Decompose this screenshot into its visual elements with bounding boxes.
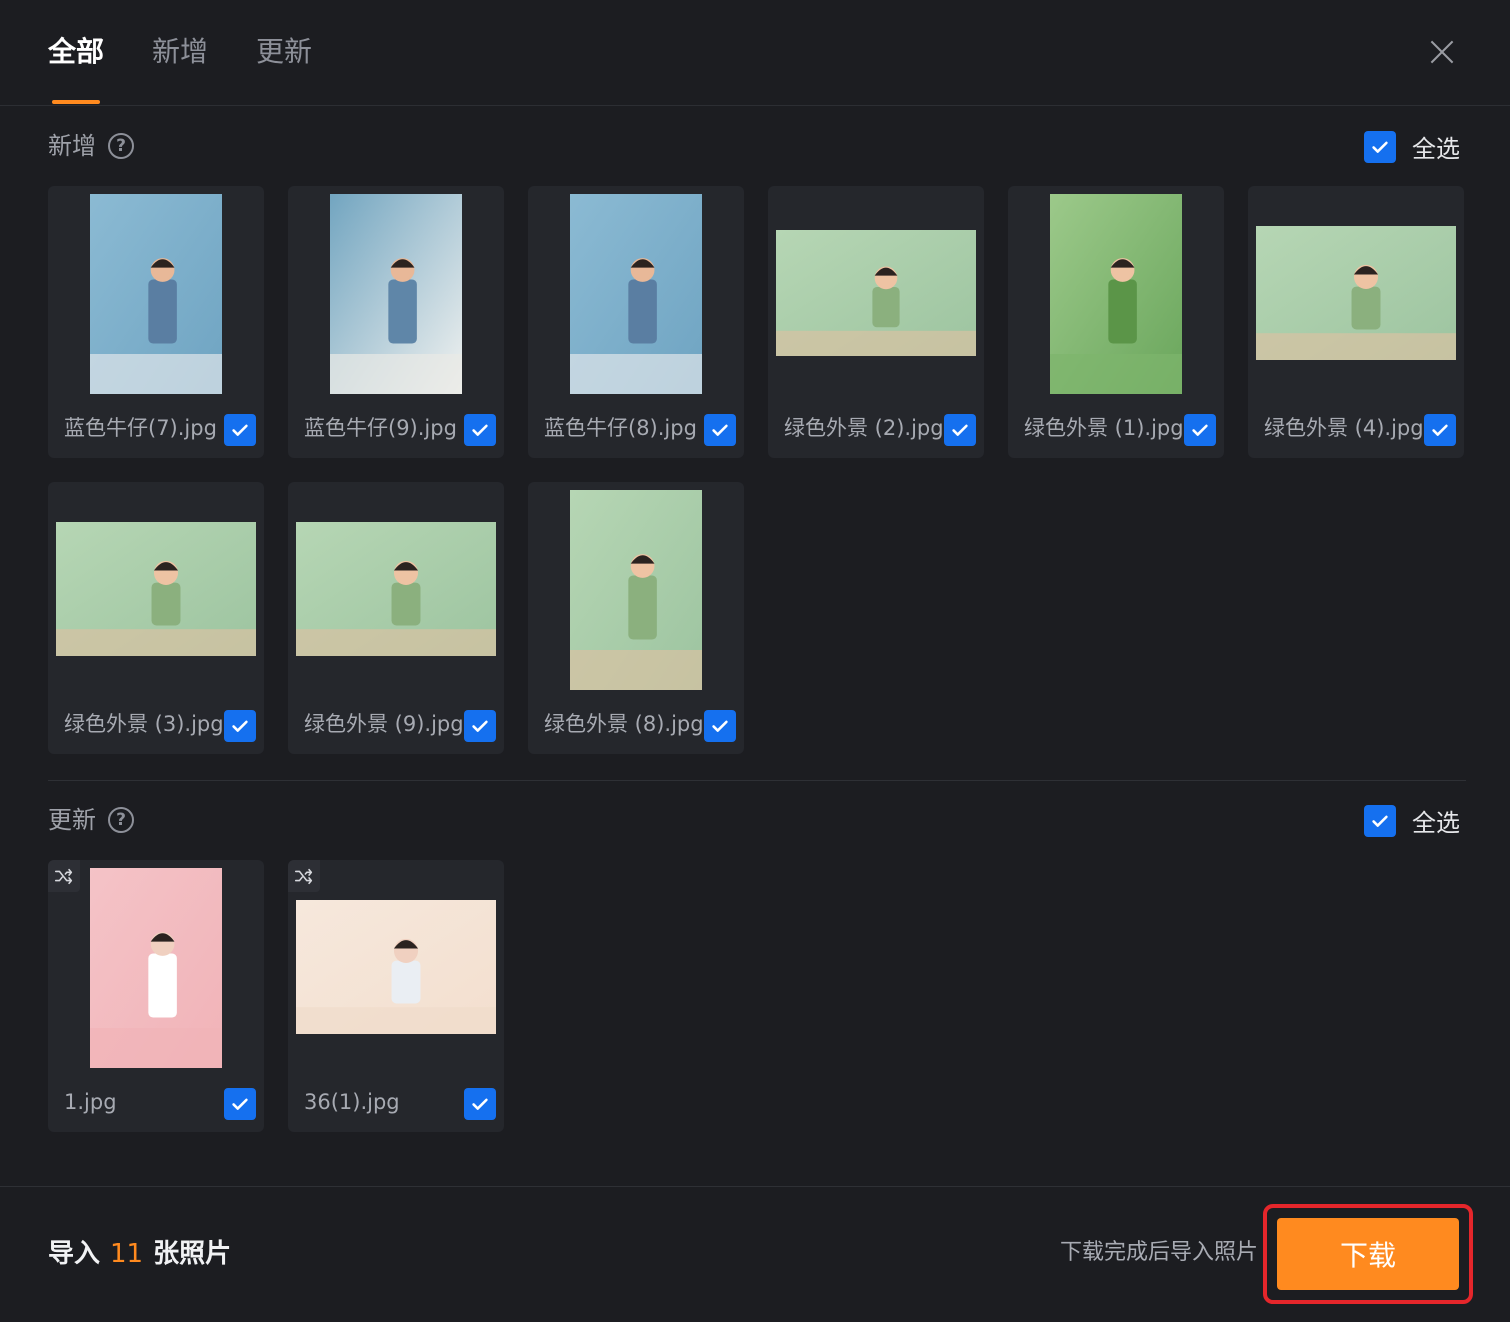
check-icon	[1432, 424, 1448, 436]
photo-checkbox[interactable]	[1184, 414, 1216, 446]
import-suffix: 张照片	[153, 1239, 232, 1269]
check-icon	[472, 1098, 488, 1110]
tab-bar: 全部 新增 更新	[0, 0, 1510, 106]
section-title-updated: 更新 ?	[48, 805, 134, 835]
photo-card[interactable]: 蓝色牛仔(8).jpg	[528, 186, 744, 458]
photo-checkbox[interactable]	[224, 710, 256, 742]
help-icon[interactable]: ?	[108, 133, 134, 159]
section-title-new: 新增 ?	[48, 131, 134, 161]
photo-thumbnail[interactable]	[1256, 226, 1456, 360]
photo-checkbox[interactable]	[1424, 414, 1456, 446]
photo-filename: 蓝色牛仔(8).jpg	[544, 416, 697, 440]
download-hint: 下载完成后导入照片	[1059, 1240, 1258, 1265]
photo-filename: 绿色外景 (8).jpg	[544, 712, 704, 736]
photo-filename: 1.jpg	[64, 1090, 117, 1114]
photo-checkbox[interactable]	[464, 414, 496, 446]
replace-icon[interactable]	[288, 860, 320, 892]
photo-image	[296, 522, 496, 656]
import-count-number: 11	[110, 1239, 144, 1269]
section-title-updated-label: 更新	[48, 806, 96, 834]
photo-checkbox[interactable]	[704, 710, 736, 742]
photo-thumbnail[interactable]	[296, 522, 496, 656]
select-all-new-label: 全选	[1412, 135, 1460, 163]
photo-checkbox[interactable]	[464, 710, 496, 742]
check-icon	[232, 1098, 248, 1110]
photo-thumbnail[interactable]	[90, 868, 222, 1068]
photo-card[interactable]: 蓝色牛仔(9).jpg	[288, 186, 504, 458]
photo-thumbnail[interactable]	[90, 194, 222, 394]
replace-icon[interactable]	[48, 860, 80, 892]
photo-thumbnail[interactable]	[330, 194, 462, 394]
select-all-new[interactable]: 全选	[1364, 129, 1460, 164]
check-icon	[712, 720, 728, 732]
photo-image	[1256, 226, 1456, 360]
checkbox-select-all-new[interactable]	[1364, 130, 1396, 163]
shuffle-icon	[294, 868, 313, 885]
photo-card[interactable]: 绿色外景 (9).jpg	[288, 482, 504, 754]
active-tab-indicator	[52, 100, 100, 104]
shuffle-icon	[54, 868, 73, 885]
photo-thumbnail[interactable]	[1050, 194, 1182, 394]
photo-filename: 绿色外景 (3).jpg	[64, 712, 224, 736]
photo-image	[56, 522, 256, 656]
photo-checkbox[interactable]	[704, 414, 736, 446]
photo-checkbox[interactable]	[944, 414, 976, 446]
select-all-updated[interactable]: 全选	[1364, 803, 1460, 838]
photo-thumbnail[interactable]	[570, 194, 702, 394]
photo-thumbnail[interactable]	[776, 230, 976, 356]
photo-card[interactable]: 绿色外景 (2).jpg	[768, 186, 984, 458]
section-divider	[48, 780, 1466, 781]
photo-image	[90, 868, 222, 1068]
section-title-new-label: 新增	[48, 132, 96, 160]
photo-thumbnail[interactable]	[56, 522, 256, 656]
download-button[interactable]: 下载	[1277, 1218, 1459, 1290]
close-icon[interactable]	[1428, 38, 1456, 66]
photo-card[interactable]: 绿色外景 (3).jpg	[48, 482, 264, 754]
photo-filename: 36(1).jpg	[304, 1090, 400, 1114]
photo-checkbox[interactable]	[224, 1088, 256, 1120]
check-icon	[472, 720, 488, 732]
import-count-text: 导入 11 张照片	[48, 1236, 231, 1272]
check-icon	[472, 424, 488, 436]
photo-filename: 绿色外景 (1).jpg	[1024, 416, 1184, 440]
check-icon	[1372, 815, 1388, 827]
photo-filename: 蓝色牛仔(9).jpg	[304, 416, 457, 440]
help-icon[interactable]: ?	[108, 807, 134, 833]
photo-card[interactable]: 绿色外景 (8).jpg	[528, 482, 744, 754]
tab-all[interactable]: 全部	[48, 34, 104, 70]
photo-card[interactable]: 1.jpg	[48, 860, 264, 1132]
check-icon	[952, 424, 968, 436]
photo-card[interactable]: 绿色外景 (4).jpg	[1248, 186, 1464, 458]
tab-new[interactable]: 新增	[152, 34, 208, 70]
photo-filename: 绿色外景 (2).jpg	[784, 416, 944, 440]
photo-card[interactable]: 36(1).jpg	[288, 860, 504, 1132]
photo-checkbox[interactable]	[224, 414, 256, 446]
photo-image	[570, 490, 702, 690]
check-icon	[1192, 424, 1208, 436]
photo-filename: 绿色外景 (9).jpg	[304, 712, 464, 736]
footer-divider	[0, 1186, 1510, 1187]
check-icon	[1372, 141, 1388, 153]
photo-filename: 绿色外景 (4).jpg	[1264, 416, 1424, 440]
photo-thumbnail[interactable]	[296, 900, 496, 1034]
import-prefix: 导入	[48, 1239, 101, 1269]
photo-image	[570, 194, 702, 394]
check-icon	[232, 424, 248, 436]
select-all-updated-label: 全选	[1412, 809, 1460, 837]
tab-updated[interactable]: 更新	[256, 34, 312, 70]
photo-thumbnail[interactable]	[570, 490, 702, 690]
photo-filename: 蓝色牛仔(7).jpg	[64, 416, 217, 440]
photo-image	[1050, 194, 1182, 394]
check-icon	[232, 720, 248, 732]
photo-image	[90, 194, 222, 394]
photo-checkbox[interactable]	[464, 1088, 496, 1120]
photo-card[interactable]: 绿色外景 (1).jpg	[1008, 186, 1224, 458]
photo-card[interactable]: 蓝色牛仔(7).jpg	[48, 186, 264, 458]
photo-image	[776, 230, 976, 356]
checkbox-select-all-updated[interactable]	[1364, 804, 1396, 837]
download-button-highlight: 下载	[1263, 1204, 1473, 1304]
check-icon	[712, 424, 728, 436]
photo-image	[296, 900, 496, 1034]
photo-image	[330, 194, 462, 394]
